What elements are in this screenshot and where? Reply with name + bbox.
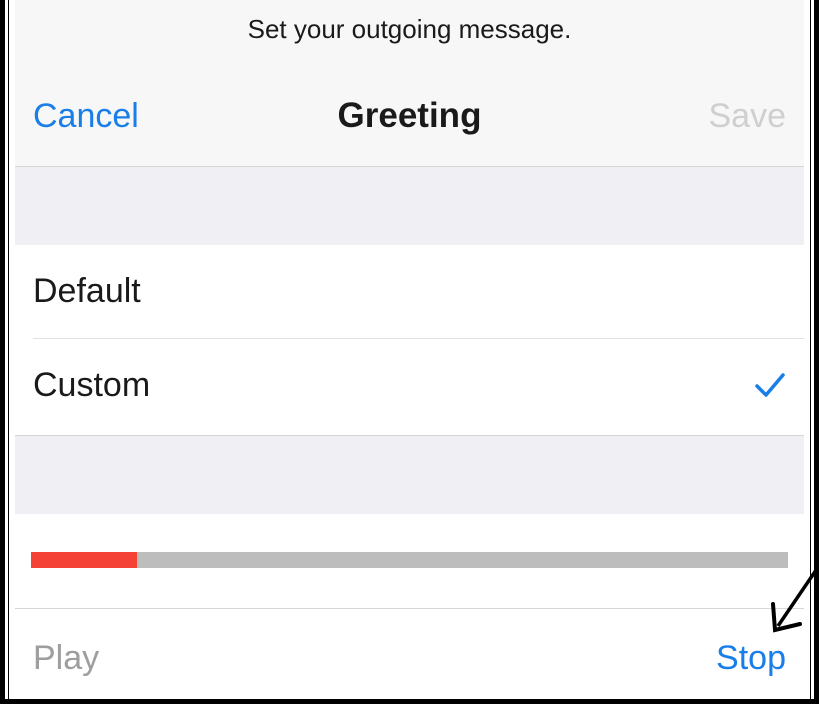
playback-progress-bar[interactable] bbox=[31, 552, 788, 568]
save-button[interactable]: Save bbox=[709, 96, 787, 136]
stop-button[interactable]: Stop bbox=[716, 638, 786, 678]
screenshot-frame: Set your outgoing message. Cancel Greeti… bbox=[0, 0, 819, 704]
playback-progress-fill bbox=[31, 552, 137, 568]
prompt-text: Set your outgoing message. bbox=[247, 14, 572, 44]
checkmark-icon bbox=[755, 373, 785, 397]
section-spacer bbox=[15, 435, 804, 515]
option-default-label: Default bbox=[33, 272, 141, 310]
player-divider bbox=[15, 608, 804, 609]
play-button[interactable]: Play bbox=[33, 638, 99, 678]
cancel-button[interactable]: Cancel bbox=[33, 96, 139, 136]
greeting-player: Play Stop bbox=[15, 514, 804, 699]
screen: Set your outgoing message. Cancel Greeti… bbox=[15, 0, 804, 699]
option-default[interactable]: Default bbox=[15, 245, 804, 338]
section-spacer bbox=[15, 167, 804, 245]
option-custom-label: Custom bbox=[33, 366, 151, 404]
option-custom[interactable]: Custom bbox=[15, 339, 804, 432]
prompt-bar: Set your outgoing message. bbox=[15, 0, 804, 70]
navigation-bar: Cancel Greeting Save bbox=[15, 70, 804, 167]
